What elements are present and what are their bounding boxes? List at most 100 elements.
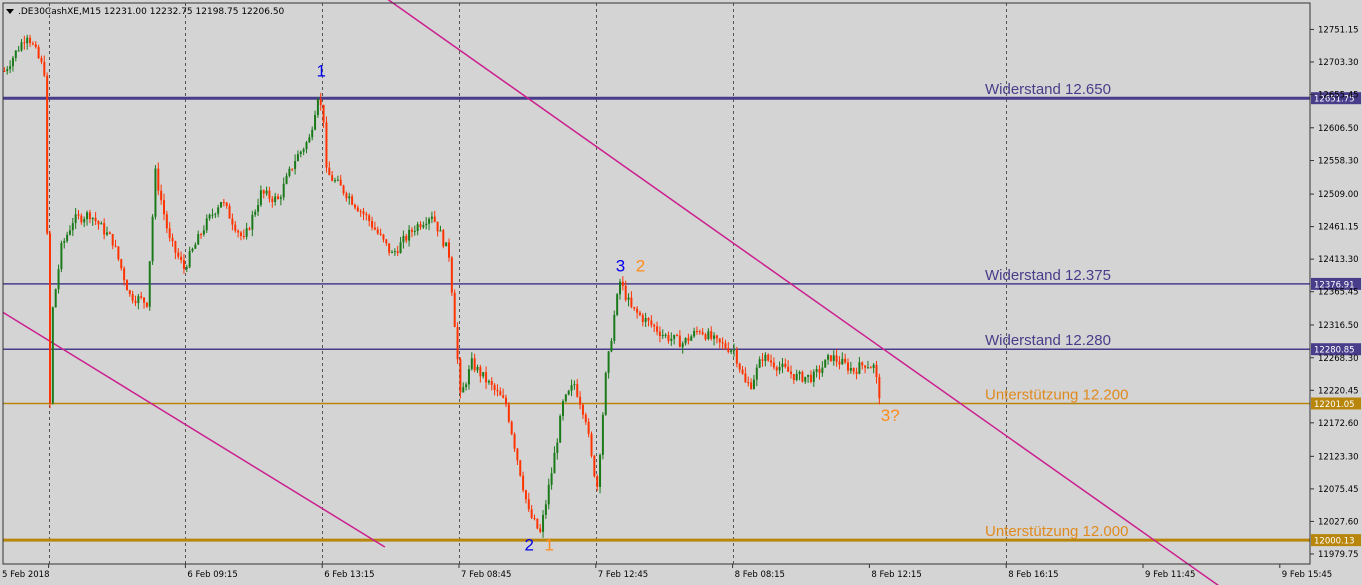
candle-body	[735, 349, 738, 364]
candle-body	[664, 334, 667, 336]
y-tick-label: 12172.60	[1318, 419, 1359, 429]
candle-body	[248, 228, 251, 230]
candle-body	[827, 355, 830, 360]
candle-body	[311, 129, 314, 138]
candle-body	[596, 476, 599, 487]
candle-body	[536, 518, 539, 529]
candle-body	[436, 221, 439, 232]
candle-body	[849, 367, 852, 371]
candle-body	[505, 397, 507, 405]
candle-body	[339, 179, 342, 186]
y-tick-label: 12461.15	[1318, 223, 1359, 233]
candle-body	[821, 367, 824, 373]
candle-body	[704, 334, 707, 340]
candle-body	[103, 223, 106, 235]
candle-body	[778, 367, 781, 371]
candle-body	[388, 243, 391, 253]
candle-body	[359, 211, 362, 213]
candle-body	[530, 509, 533, 519]
candle-body	[792, 374, 795, 380]
candle-body	[120, 259, 123, 269]
candle-body	[752, 379, 755, 389]
support-label: Unterstützung 12.000	[985, 523, 1128, 540]
candle-body	[185, 267, 188, 269]
candle-body	[832, 355, 835, 361]
candle-body	[653, 324, 656, 327]
candle-body	[738, 363, 741, 370]
candle-body	[713, 335, 716, 339]
candle-body	[17, 50, 20, 52]
candle-body	[513, 434, 516, 449]
candle-body	[584, 414, 587, 422]
candle-body	[858, 362, 861, 374]
candle-body	[590, 433, 593, 456]
candle-body	[68, 230, 71, 235]
candle-body	[507, 404, 510, 422]
candle-body	[302, 149, 305, 152]
candle-body	[14, 50, 17, 58]
candle-body	[402, 235, 405, 243]
candle-body	[393, 251, 396, 253]
candle-body	[676, 334, 678, 336]
candle-body	[328, 167, 331, 176]
candle-body	[234, 224, 237, 231]
candle-body	[795, 374, 798, 380]
candle-body	[239, 232, 242, 236]
chart-header: .DE30CashXE,M15 12231.00 12232.75 12198.…	[6, 5, 284, 18]
candle-body	[57, 269, 60, 290]
candle-body	[866, 367, 869, 369]
candle-body	[100, 223, 103, 225]
candle-body	[145, 302, 148, 307]
candle-body	[171, 237, 174, 242]
candle-body	[539, 528, 542, 532]
candle-body	[299, 151, 302, 155]
candle-body	[564, 394, 567, 402]
candle-body	[34, 44, 37, 48]
candle-body	[60, 242, 63, 270]
wave-label: 1	[545, 535, 554, 554]
candle-body	[758, 359, 761, 368]
candle-body	[362, 211, 365, 215]
candle-body	[644, 318, 647, 322]
candle-body	[619, 281, 621, 295]
candle-body	[519, 460, 522, 476]
candle-body	[809, 374, 812, 382]
symbol-info: .DE30CashXE,M15 12231.00 12232.75 12198.…	[18, 6, 285, 17]
candle-body	[336, 179, 339, 181]
candle-body	[604, 372, 607, 415]
candle-body	[314, 114, 317, 130]
candle-body	[125, 280, 128, 291]
candle-body	[31, 43, 34, 45]
candle-body	[319, 99, 322, 105]
candle-body	[416, 224, 419, 231]
candle-body	[698, 331, 701, 333]
wave-label: 2	[636, 257, 645, 276]
candle-body	[214, 213, 217, 215]
candle-body	[37, 47, 40, 59]
candle-body	[570, 385, 573, 391]
candle-body	[137, 296, 140, 304]
candle-body	[94, 217, 97, 222]
candle-body	[621, 281, 624, 286]
candle-body	[533, 518, 536, 520]
candle-body	[465, 384, 468, 388]
candle-body	[439, 230, 442, 232]
candle-body	[770, 360, 773, 363]
triangle-down-icon[interactable]	[6, 9, 14, 14]
candle-body	[869, 367, 872, 369]
candle-body	[88, 212, 91, 220]
candle-body	[624, 285, 627, 300]
candle-body	[581, 404, 584, 415]
candle-body	[29, 37, 32, 44]
candle-body	[835, 355, 838, 362]
candle-body	[165, 214, 168, 229]
candle-body	[77, 214, 80, 216]
candle-body	[741, 369, 744, 374]
candle-body	[650, 320, 653, 325]
candle-body	[784, 363, 787, 367]
candle-body	[174, 241, 177, 253]
candle-body	[245, 228, 248, 237]
candle-body	[547, 484, 550, 505]
candle-body	[855, 371, 858, 374]
candle-body	[231, 218, 234, 225]
